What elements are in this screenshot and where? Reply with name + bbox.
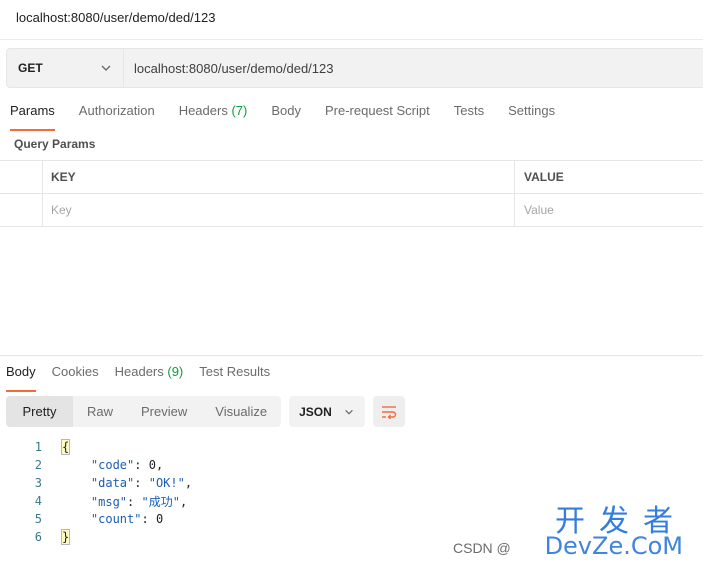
format-select[interactable]: JSON	[289, 396, 366, 427]
json-key: "code"	[90, 458, 135, 472]
row-checkbox-cell	[0, 194, 43, 226]
json-value: "OK!"	[148, 476, 185, 490]
key-column-header: KEY	[43, 161, 515, 193]
code-line: 1 {	[0, 438, 703, 456]
request-bar: GET localhost:8080/user/demo/ded/123	[6, 48, 703, 88]
view-mode-group: Pretty Raw Preview Visualize	[6, 396, 282, 427]
tab-cookies[interactable]: Cookies	[52, 364, 99, 386]
code-line: 2 "code": 0,	[0, 456, 703, 474]
line-number: 1	[34, 440, 42, 454]
tab-tests[interactable]: Tests	[454, 103, 484, 125]
checkbox-column-header	[0, 161, 43, 193]
window-title-bar: localhost:8080/user/demo/ded/123	[0, 0, 703, 40]
code-line: 5 "count": 0	[0, 510, 703, 528]
table-row: Key Value	[0, 194, 703, 227]
value-column-header: VALUE	[524, 170, 564, 184]
tab-test-results[interactable]: Test Results	[199, 364, 270, 386]
response-headers-count: (9)	[167, 364, 184, 379]
view-preview-button[interactable]: Preview	[127, 396, 201, 427]
response-tabs: Body Cookies Headers (9) Test Results	[6, 364, 286, 392]
tab-headers[interactable]: Headers (7)	[179, 103, 248, 125]
json-key: "data"	[90, 476, 135, 490]
json-key: "count"	[90, 512, 142, 526]
wrap-lines-button[interactable]	[373, 396, 406, 427]
pane-divider[interactable]	[0, 355, 703, 356]
tab-body[interactable]: Body	[271, 103, 301, 125]
key-input[interactable]: Key	[43, 194, 515, 226]
view-visualize-button[interactable]: Visualize	[201, 396, 281, 427]
line-number: 4	[34, 494, 42, 508]
request-tabs: Params Authorization Headers (7) Body Pr…	[10, 103, 579, 133]
table-header-row: KEY VALUE	[0, 161, 703, 194]
url-input[interactable]: localhost:8080/user/demo/ded/123	[124, 49, 703, 87]
line-number: 2	[34, 458, 42, 472]
response-body-editor[interactable]: 1 { 2 "code": 0, 3 "data": "OK!", 4 "msg…	[0, 438, 703, 546]
close-brace: }	[60, 529, 71, 545]
code-line: 6 }	[0, 528, 703, 546]
line-number: 6	[34, 530, 42, 544]
response-view-toolbar: Pretty Raw Preview Visualize JSON	[6, 396, 406, 427]
wrap-lines-icon	[382, 405, 397, 419]
window-title: localhost:8080/user/demo/ded/123	[16, 10, 216, 25]
json-value: "成功"	[141, 494, 180, 509]
query-params-label: Query Params	[14, 137, 96, 151]
json-value: 0	[155, 512, 164, 526]
tab-pre-request-script[interactable]: Pre-request Script	[325, 103, 430, 125]
tab-response-headers[interactable]: Headers (9)	[115, 364, 184, 386]
json-key: "msg"	[90, 494, 128, 509]
code-line: 3 "data": "OK!",	[0, 474, 703, 492]
tab-response-body[interactable]: Body	[6, 364, 36, 392]
open-brace: {	[60, 439, 71, 455]
view-pretty-button[interactable]: Pretty	[6, 396, 73, 427]
line-number: 3	[34, 476, 42, 490]
format-label: JSON	[299, 404, 332, 419]
method-select[interactable]: GET	[7, 49, 124, 87]
chevron-down-icon	[101, 65, 111, 71]
chevron-down-icon	[345, 409, 353, 415]
value-input[interactable]: Value	[515, 194, 703, 226]
query-params-table: KEY VALUE Key Value	[0, 160, 703, 227]
tab-authorization[interactable]: Authorization	[79, 103, 155, 125]
method-label: GET	[18, 61, 43, 75]
tab-params[interactable]: Params	[10, 103, 55, 131]
line-number: 5	[34, 512, 42, 526]
code-line: 4 "msg": "成功",	[0, 492, 703, 510]
headers-count: (7)	[231, 103, 248, 118]
view-raw-button[interactable]: Raw	[73, 396, 127, 427]
json-value: 0	[148, 458, 156, 472]
tab-settings[interactable]: Settings	[508, 103, 555, 125]
